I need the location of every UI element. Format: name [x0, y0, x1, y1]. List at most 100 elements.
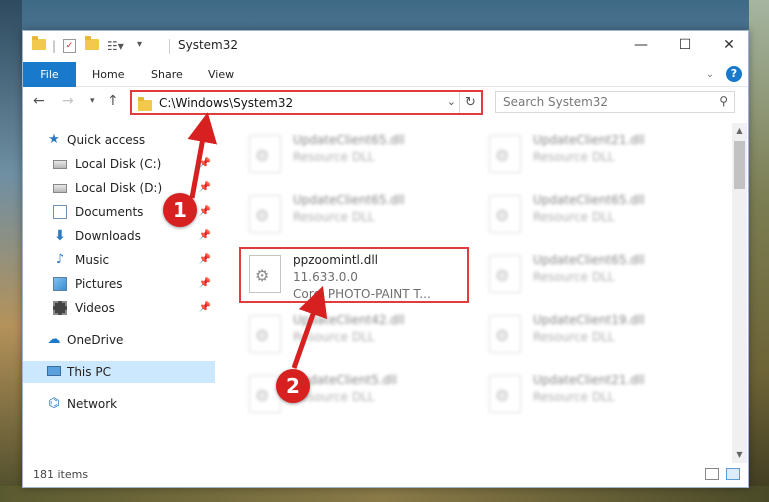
pin-icon[interactable]: 📌	[199, 177, 211, 199]
dll-file-icon	[249, 255, 281, 293]
search-icon[interactable]: ⚲	[719, 94, 728, 108]
dll-file-icon	[249, 315, 281, 353]
tab-view[interactable]: View	[194, 62, 248, 87]
file-name: UpdateClient19.dll	[533, 313, 645, 327]
file-version: 11.633.0.0	[293, 270, 358, 284]
sidebar-item-label: Quick access	[67, 133, 146, 147]
pin-icon[interactable]: 📌	[199, 297, 211, 319]
pin-icon[interactable]: 📌	[199, 273, 211, 295]
file-item[interactable]: UpdateClient65.dll Resource DLL	[481, 249, 711, 305]
file-item[interactable]: UpdateClient21.dll Resource DLL	[481, 129, 711, 185]
sidebar-item-network[interactable]: ⌬ Network	[23, 393, 215, 415]
maximize-button[interactable]: ☐	[663, 31, 707, 62]
sidebar-item-videos[interactable]: Videos 📌	[23, 297, 215, 319]
sidebar-item-onedrive[interactable]: ☁ OneDrive	[23, 329, 215, 351]
file-name: UpdateClient21.dll	[533, 133, 645, 147]
dll-file-icon	[489, 375, 521, 413]
expand-ribbon-icon[interactable]: ⌄	[706, 69, 714, 80]
download-icon: ⬇	[54, 228, 66, 244]
sidebar-item-local-disk-c[interactable]: Local Disk (C:) 📌	[23, 153, 215, 175]
file-item[interactable]: UpdateClient19.dll Resource DLL	[481, 309, 711, 365]
videos-icon	[53, 301, 67, 315]
desktop-background-left	[0, 0, 22, 502]
sidebar-item-quick-access[interactable]: ★ Quick access	[23, 129, 215, 151]
network-icon: ⌬	[48, 396, 60, 411]
step-1-callout: 1	[163, 193, 197, 227]
file-item[interactable]: UpdateClient5.dll Resource DLL	[241, 369, 471, 425]
folder-icon	[32, 36, 46, 55]
sidebar-item-downloads[interactable]: ⬇ Downloads 📌	[23, 225, 215, 247]
search-input[interactable]: Search System32	[503, 95, 608, 109]
recent-locations-icon[interactable]: ▾	[90, 96, 95, 106]
scrollbar-thumb[interactable]	[734, 141, 745, 189]
address-path[interactable]: C:\Windows\System32	[159, 96, 293, 110]
sidebar-item-music[interactable]: ♪ Music 📌	[23, 249, 215, 271]
file-item-ppzoomintl[interactable]: ppzoomintl.dll 11.633.0.0 Corel PHOTO-PA…	[239, 247, 469, 303]
properties-icon[interactable]: ✓	[63, 39, 76, 53]
dll-file-icon	[489, 195, 521, 233]
address-bar[interactable]: C:\Windows\System32 ⌄ ↻	[130, 90, 483, 115]
file-name: UpdateClient65.dll	[293, 133, 405, 147]
file-item[interactable]: UpdateClient65.dll Resource DLL	[481, 189, 711, 245]
documents-icon	[53, 205, 67, 219]
address-dropdown-icon[interactable]: ⌄	[447, 95, 456, 108]
computer-icon	[47, 366, 61, 376]
search-box[interactable]: Search System32 ⚲	[495, 91, 735, 113]
file-name: UpdateClient42.dll	[293, 313, 405, 327]
sidebar-item-label: This PC	[67, 365, 111, 379]
customize-qa-icon[interactable]: ☷▾	[107, 39, 124, 55]
pin-icon[interactable]: 📌	[199, 201, 211, 223]
drive-icon	[53, 160, 67, 169]
star-icon: ★	[48, 132, 60, 147]
sidebar-item-label: Music	[75, 253, 110, 267]
file-description: Resource DLL	[533, 330, 615, 344]
sidebar-item-pictures[interactable]: Pictures 📌	[23, 273, 215, 295]
pin-icon[interactable]: 📌	[199, 249, 211, 271]
file-name: UpdateClient65.dll	[293, 193, 405, 207]
sidebar-item-label: Local Disk (D:)	[75, 181, 163, 195]
qa-dropdown-icon[interactable]: ▾	[137, 39, 142, 55]
cloud-icon: ☁	[47, 332, 61, 347]
refresh-icon[interactable]: ↻	[459, 92, 481, 113]
tab-home[interactable]: Home	[78, 62, 138, 87]
help-icon[interactable]: ?	[726, 66, 742, 82]
dll-file-icon	[489, 255, 521, 293]
item-count: 181 items	[33, 468, 89, 481]
sidebar-item-label: Downloads	[75, 229, 141, 243]
tab-share[interactable]: Share	[137, 62, 197, 87]
details-view-icon[interactable]	[705, 468, 719, 480]
pin-icon[interactable]: 📌	[199, 225, 211, 247]
address-folder-icon	[138, 97, 152, 111]
new-folder-icon[interactable]	[85, 36, 99, 55]
file-name: ppzoomintl.dll	[293, 253, 378, 267]
file-description: Resource DLL	[533, 150, 615, 164]
close-button[interactable]: ✕	[707, 31, 751, 62]
scroll-down-icon[interactable]: ▼	[732, 447, 747, 463]
tab-file[interactable]: File	[23, 62, 76, 87]
file-description: Resource DLL	[293, 330, 375, 344]
back-arrow-icon[interactable]: ←	[33, 93, 45, 109]
file-description: Resource DLL	[293, 150, 375, 164]
file-explorer-window: | ✓ ☷▾ ▾ System32 — ☐ ✕ File Home Share …	[22, 30, 749, 488]
file-item[interactable]: UpdateClient42.dll Resource DLL	[241, 309, 471, 365]
file-item[interactable]: UpdateClient65.dll Resource DLL	[241, 129, 471, 185]
forward-arrow-icon[interactable]: →	[62, 93, 74, 109]
pin-icon[interactable]: 📌	[199, 153, 211, 175]
status-bar: 181 items	[23, 463, 748, 487]
window-title: System32	[178, 38, 239, 52]
sidebar-item-this-pc[interactable]: This PC	[23, 361, 215, 383]
file-item[interactable]: UpdateClient65.dll Resource DLL	[241, 189, 471, 245]
step-2-callout: 2	[276, 369, 310, 403]
ribbon-tabs: File Home Share View ⌄ ?	[23, 62, 748, 87]
file-description: Resource DLL	[293, 210, 375, 224]
file-description: Resource DLL	[533, 210, 615, 224]
title-separator	[169, 39, 170, 54]
large-icons-view-icon[interactable]	[726, 468, 740, 480]
vertical-scrollbar[interactable]: ▲ ▼	[732, 123, 747, 463]
file-item[interactable]: UpdateClient21.dll Resource DLL	[481, 369, 711, 425]
file-list: UpdateClient65.dll Resource DLL UpdateCl…	[219, 123, 731, 463]
scroll-up-icon[interactable]: ▲	[732, 123, 747, 139]
up-arrow-icon[interactable]: ↑	[107, 93, 119, 109]
sidebar-item-label: Videos	[75, 301, 115, 315]
minimize-button[interactable]: —	[619, 31, 663, 62]
